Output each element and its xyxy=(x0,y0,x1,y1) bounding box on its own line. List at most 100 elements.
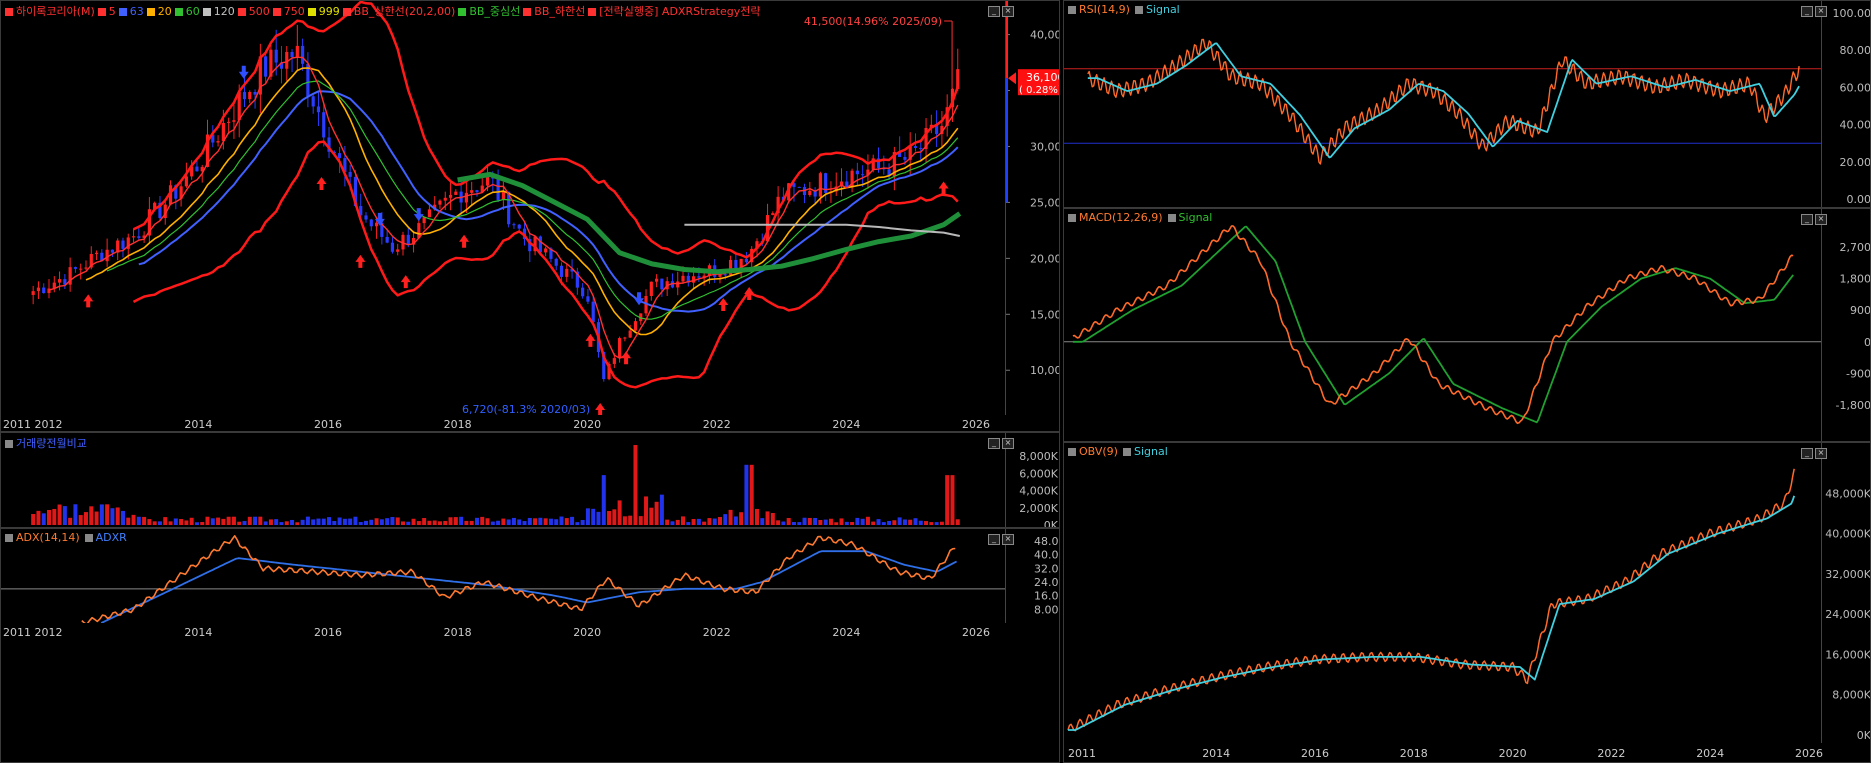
y-tick-label: 32.00 xyxy=(1034,562,1060,575)
minimize-icon[interactable]: _ xyxy=(988,534,1000,545)
y-tick-label: 40.00 xyxy=(1034,549,1060,562)
obv-title: OBV(9) Signal xyxy=(1068,445,1173,458)
volume-bar xyxy=(622,516,627,525)
close-icon[interactable]: × xyxy=(1815,448,1827,459)
close-icon[interactable]: × xyxy=(1815,6,1827,17)
volume-bar xyxy=(173,518,178,525)
obv-x-axis: 2011 2014 2016 2018 2020 2022 2024 2026 xyxy=(1068,747,1823,760)
close-icon[interactable]: × xyxy=(1002,438,1014,449)
x-tick-label: 2018 xyxy=(444,626,472,637)
candle-body xyxy=(274,49,278,63)
bb-lower-line xyxy=(132,140,959,389)
rsi-signal-line xyxy=(1087,42,1800,159)
minimize-icon[interactable]: _ xyxy=(1801,6,1813,17)
candle-body xyxy=(337,153,342,159)
obv-panel[interactable]: 48,000K 40,000K 32,000K 24,000K 16,000K 8,000… xyxy=(1063,442,1871,763)
volume-bar xyxy=(860,518,865,525)
candle-body xyxy=(808,190,812,196)
volume-window-buttons[interactable]: _ × xyxy=(986,435,1014,449)
volume-bar xyxy=(728,509,733,525)
legend-swatch xyxy=(97,8,106,16)
buy-arrow-icon xyxy=(400,275,411,289)
volume-bar xyxy=(311,519,316,525)
candle-body xyxy=(517,224,521,229)
candle-body xyxy=(311,96,315,107)
volume-bar xyxy=(279,522,284,525)
rsi-window-buttons[interactable]: _ × xyxy=(1799,3,1827,17)
candle-body xyxy=(422,217,426,224)
obv-plot[interactable] xyxy=(1064,443,1821,743)
volume-bar xyxy=(73,504,78,525)
volume-bar xyxy=(633,445,638,525)
adx-plot[interactable] xyxy=(1,529,1005,623)
minimize-icon[interactable]: _ xyxy=(1801,214,1813,225)
candle-body xyxy=(855,170,859,175)
volume-bar xyxy=(649,507,654,525)
volume-bar xyxy=(675,519,680,525)
volume-plot[interactable] xyxy=(1,433,1005,528)
candle-body xyxy=(110,249,115,253)
candle-body xyxy=(364,215,368,220)
macd-plot[interactable] xyxy=(1064,209,1821,442)
price-panel[interactable]: 41,500(14.96% 2025/09) 6,720(-81.3% 2020/… xyxy=(0,0,1060,432)
x-tick-label: 2020 xyxy=(1499,747,1527,760)
minimize-icon[interactable]: _ xyxy=(988,6,1000,17)
y-tick-label: 4,000K xyxy=(1019,485,1058,498)
y-tick-label: 0K xyxy=(1044,519,1059,528)
candle-body xyxy=(73,267,78,269)
volume-bar xyxy=(459,516,464,525)
x-tick-label: 2026 xyxy=(962,626,990,637)
close-icon[interactable]: × xyxy=(1002,6,1014,17)
volume-bar xyxy=(342,518,347,525)
volume-panel[interactable]: 8,000K 6,000K 4,000K 2,000K 0K 거래량전월비교 _ × xyxy=(0,432,1060,528)
legend-item: BB_상한선(20,2,00) xyxy=(353,5,456,18)
volume-bar xyxy=(136,516,141,525)
volume-bar xyxy=(955,519,960,525)
buy-arrow-icon xyxy=(938,181,949,195)
adx-window-buttons[interactable]: _ × xyxy=(986,531,1014,545)
volume-bar xyxy=(168,521,173,525)
candle-body xyxy=(581,287,585,297)
minimize-icon[interactable]: _ xyxy=(988,438,1000,449)
volume-bar xyxy=(89,506,94,525)
volume-bar xyxy=(78,515,83,525)
candle-body xyxy=(31,291,35,295)
rsi-panel[interactable]: 100.00 80.00 60.00 40.00 20.00 0.00 RSI(14,9)… xyxy=(1063,0,1871,208)
obv-signal-line xyxy=(1068,495,1796,731)
volume-bar xyxy=(369,519,374,525)
y-tick-label: 8,000K xyxy=(1832,689,1871,702)
close-icon[interactable]: × xyxy=(1002,534,1014,545)
x-tick-label: 2018 xyxy=(444,418,472,431)
volume-bar xyxy=(818,519,823,525)
volume-bar xyxy=(570,516,575,525)
rsi-plot[interactable] xyxy=(1064,1,1821,208)
price-legend: 하이록코리아(M) 5 63 20 60 120 500 750 999 BB_상한선(20,2,… xyxy=(5,3,763,19)
price-window-buttons[interactable]: _ × xyxy=(986,3,1014,17)
close-icon[interactable]: × xyxy=(1815,214,1827,225)
legend-item: 하이록코리아(M) xyxy=(16,5,95,18)
volume-bar xyxy=(607,511,612,525)
candle-body xyxy=(623,337,627,339)
volume-bar xyxy=(152,521,157,525)
macd-window-buttons[interactable]: _ × xyxy=(1799,211,1827,225)
volume-bar xyxy=(406,521,411,525)
volume-bar xyxy=(908,519,913,525)
adx-panel[interactable]: 48.0040.0032.0024.0016.008.00 2011 20122… xyxy=(0,528,1060,763)
volume-bar xyxy=(659,494,664,525)
volume-bar xyxy=(416,521,421,525)
volume-bar xyxy=(918,520,923,525)
buy-arrow-icon xyxy=(585,333,596,347)
x-tick-label: 2016 xyxy=(314,626,342,637)
candle-body xyxy=(538,236,542,253)
macd-panel[interactable]: 2,700 1,800 900 0 -900 -1,800 MACD(12,26,9) Si… xyxy=(1063,208,1871,442)
price-plot[interactable]: 41,500(14.96% 2025/09) 6,720(-81.3% 2020/… xyxy=(1,1,1005,415)
candle-body xyxy=(301,45,305,64)
volume-bar xyxy=(744,464,749,525)
volume-bar xyxy=(348,518,353,525)
obv-window-buttons[interactable]: _ × xyxy=(1799,445,1827,459)
volume-bar xyxy=(231,516,236,525)
candle-body xyxy=(903,156,907,160)
volume-bar xyxy=(638,516,643,525)
minimize-icon[interactable]: _ xyxy=(1801,448,1813,459)
x-tick-label: 2022 xyxy=(703,418,731,431)
